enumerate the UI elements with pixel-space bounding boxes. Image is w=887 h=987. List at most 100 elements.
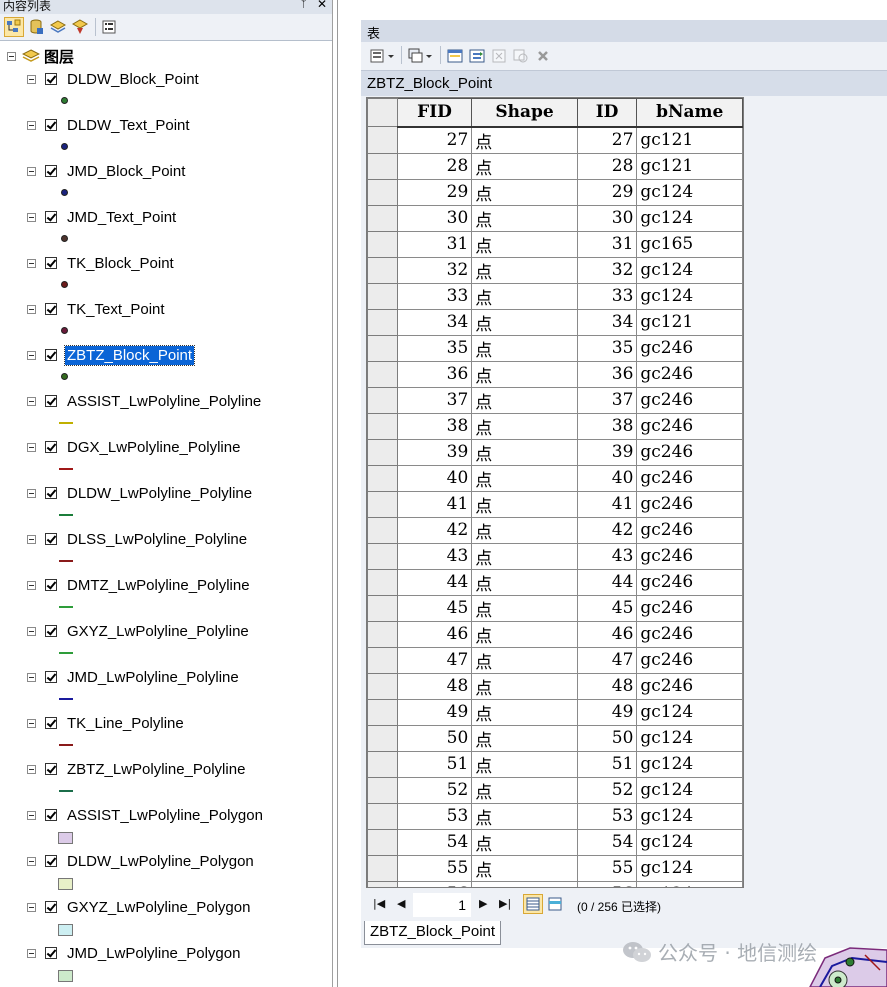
cell-shape[interactable]: 点 (471, 802, 578, 830)
cell-shape[interactable]: 点 (471, 880, 578, 887)
layer-name[interactable]: ZBTZ_LwPolyline_Polyline (65, 760, 247, 779)
cell-fid[interactable]: 27 (396, 126, 473, 154)
cell-id[interactable]: 51 (576, 750, 638, 778)
cell-id[interactable]: 53 (576, 802, 638, 830)
cell-bname[interactable]: gc246 (636, 568, 743, 596)
cell-shape[interactable]: 点 (471, 724, 578, 752)
collapse-icon[interactable] (27, 488, 36, 498)
table-row[interactable]: 39 点 39 gc246 (367, 438, 743, 466)
cell-fid[interactable]: 33 (396, 282, 473, 310)
cell-fid[interactable]: 56 (396, 880, 473, 887)
column-header-shape[interactable]: Shape (471, 98, 578, 128)
row-selector[interactable] (367, 126, 398, 154)
layer-visibility-checkbox[interactable] (45, 947, 57, 959)
cell-id[interactable]: 46 (576, 620, 638, 648)
table-row[interactable]: 54 点 54 gc124 (367, 828, 743, 856)
layer-visibility-checkbox[interactable] (45, 717, 57, 729)
cell-fid[interactable]: 48 (396, 672, 473, 700)
cell-fid[interactable]: 49 (396, 698, 473, 726)
cell-bname[interactable]: gc165 (636, 230, 743, 258)
cell-id[interactable]: 35 (576, 334, 638, 362)
cell-fid[interactable]: 55 (396, 854, 473, 882)
cell-id[interactable]: 50 (576, 724, 638, 752)
cell-fid[interactable]: 28 (396, 152, 473, 180)
cell-shape[interactable]: 点 (471, 152, 578, 180)
column-header-id[interactable]: ID (576, 98, 638, 128)
row-selector[interactable] (367, 334, 398, 362)
cell-bname[interactable]: gc124 (636, 178, 743, 206)
row-selector[interactable] (367, 360, 398, 388)
layer-visibility-checkbox[interactable] (45, 73, 57, 85)
table-options-button[interactable] (369, 46, 397, 66)
layer-row[interactable]: DLSS_LwPolyline_Polyline (27, 528, 249, 550)
cell-shape[interactable]: 点 (471, 438, 578, 466)
layer-name[interactable]: ASSIST_LwPolyline_Polyline (65, 392, 263, 411)
row-selector[interactable] (367, 412, 398, 440)
table-row[interactable]: 37 点 37 gc246 (367, 386, 743, 414)
row-selector[interactable] (367, 568, 398, 596)
cell-bname[interactable]: gc246 (636, 412, 743, 440)
cell-fid[interactable]: 53 (396, 802, 473, 830)
cell-fid[interactable]: 34 (396, 308, 473, 336)
cell-bname[interactable]: gc121 (636, 152, 743, 180)
cell-shape[interactable]: 点 (471, 256, 578, 284)
cell-fid[interactable]: 35 (396, 334, 473, 362)
row-selector[interactable] (367, 594, 398, 622)
cell-fid[interactable]: 36 (396, 360, 473, 388)
layer-name[interactable]: GXYZ_LwPolyline_Polyline (65, 622, 251, 641)
cell-bname[interactable]: gc246 (636, 438, 743, 466)
cell-fid[interactable]: 38 (396, 412, 473, 440)
cell-fid[interactable]: 44 (396, 568, 473, 596)
cell-fid[interactable]: 41 (396, 490, 473, 518)
cell-id[interactable]: 47 (576, 646, 638, 674)
row-selector[interactable] (367, 282, 398, 310)
collapse-icon[interactable] (27, 718, 36, 728)
table-row[interactable]: 44 点 44 gc246 (367, 568, 743, 596)
cell-shape[interactable]: 点 (471, 412, 578, 440)
layer-name[interactable]: DMTZ_LwPolyline_Polyline (65, 576, 252, 595)
cell-bname[interactable]: gc124 (636, 724, 743, 752)
related-tables-button[interactable] (407, 46, 435, 66)
layer-visibility-checkbox[interactable] (45, 625, 57, 637)
layer-row[interactable]: GXYZ_LwPolyline_Polyline (27, 620, 251, 642)
list-by-visibility-icon[interactable] (48, 17, 68, 37)
table-row[interactable]: 52 点 52 gc124 (367, 776, 743, 804)
layer-row[interactable]: ZBTZ_LwPolyline_Polyline (27, 758, 247, 780)
table-row[interactable]: 27 点 27 gc121 (367, 126, 743, 154)
cell-bname[interactable]: gc246 (636, 542, 743, 570)
table-row[interactable]: 45 点 45 gc246 (367, 594, 743, 622)
cell-fid[interactable]: 30 (396, 204, 473, 232)
cell-id[interactable]: 39 (576, 438, 638, 466)
cell-bname[interactable]: gc124 (636, 802, 743, 830)
table-row[interactable]: 40 点 40 gc246 (367, 464, 743, 492)
cell-bname[interactable]: gc124 (636, 854, 743, 882)
table-row[interactable]: 53 点 53 gc124 (367, 802, 743, 830)
cell-fid[interactable]: 37 (396, 386, 473, 414)
table-row[interactable]: 49 点 49 gc124 (367, 698, 743, 726)
layer-row[interactable]: ASSIST_LwPolyline_Polygon (27, 804, 265, 826)
table-row[interactable]: 36 点 36 gc246 (367, 360, 743, 388)
cell-fid[interactable]: 45 (396, 594, 473, 622)
table-row[interactable]: 50 点 50 gc124 (367, 724, 743, 752)
layer-name[interactable]: JMD_Block_Point (65, 162, 187, 181)
cell-shape[interactable]: 点 (471, 776, 578, 804)
table-row[interactable]: 34 点 34 gc121 (367, 308, 743, 336)
cell-fid[interactable]: 52 (396, 776, 473, 804)
layer-row[interactable]: DGX_LwPolyline_Polyline (27, 436, 242, 458)
collapse-icon[interactable] (27, 442, 36, 452)
cell-id[interactable]: 34 (576, 308, 638, 336)
cell-fid[interactable]: 47 (396, 646, 473, 674)
cell-shape[interactable]: 点 (471, 854, 578, 882)
layer-name[interactable]: ZBTZ_Block_Point (63, 344, 196, 366)
cell-shape[interactable]: 点 (471, 620, 578, 648)
table-row[interactable]: 28 点 28 gc121 (367, 152, 743, 180)
cell-id[interactable]: 31 (576, 230, 638, 258)
table-row[interactable]: 29 点 29 gc124 (367, 178, 743, 206)
show-all-records-icon[interactable] (523, 894, 543, 914)
list-by-drawing-order-icon[interactable] (4, 17, 24, 37)
cell-id[interactable]: 30 (576, 204, 638, 232)
row-selector[interactable] (367, 386, 398, 414)
row-selector[interactable] (367, 854, 398, 882)
collapse-icon[interactable] (27, 74, 36, 84)
cell-bname[interactable]: gc246 (636, 464, 743, 492)
